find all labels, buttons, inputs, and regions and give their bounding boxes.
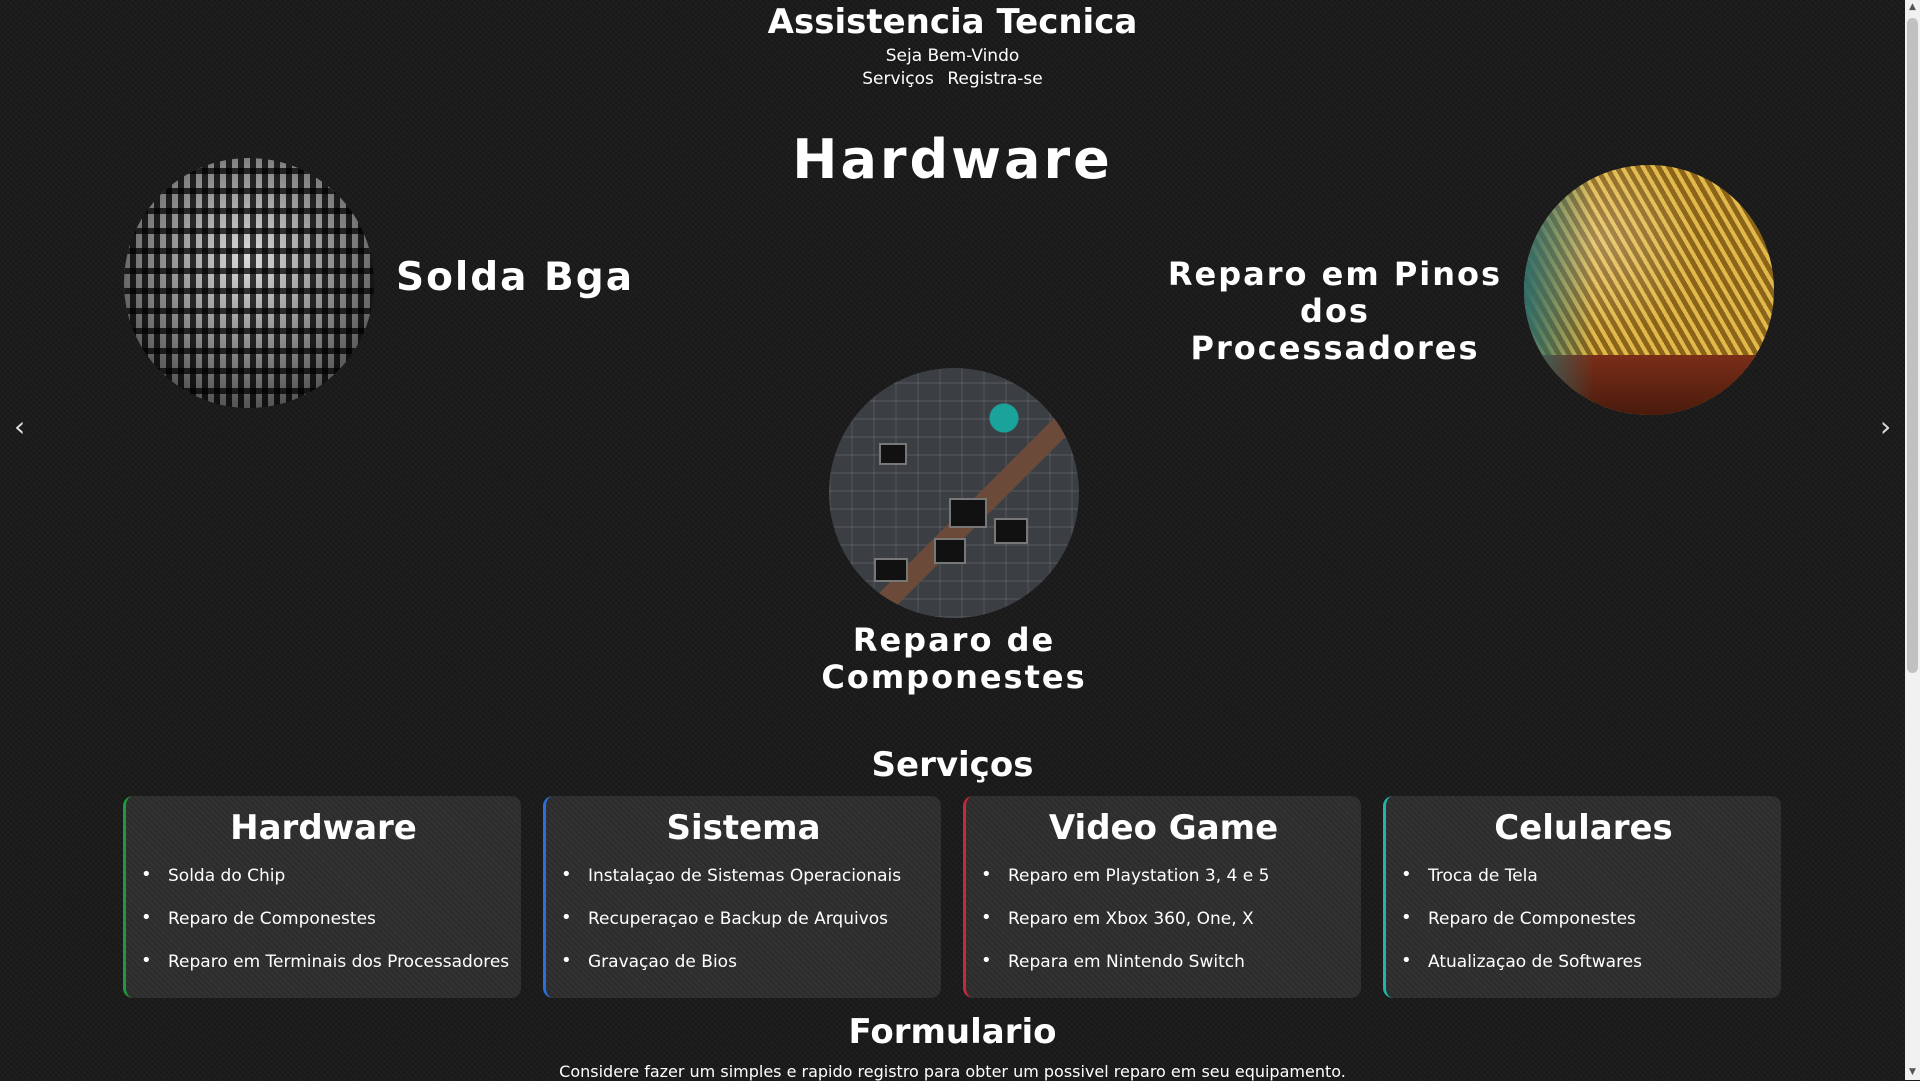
nav-link-servicos[interactable]: Serviços xyxy=(862,69,934,89)
service-list: Troca de Tela Reparo de Componestes Atua… xyxy=(1386,864,1781,995)
list-item: Instalaçao de Sistemas Operacionais xyxy=(561,864,941,909)
form-title: Formulario xyxy=(848,1012,1057,1052)
chip-shape xyxy=(874,558,908,582)
carousel-prev-arrow[interactable]: ‹ xyxy=(14,410,25,443)
slide-label-line: Reparo de xyxy=(852,621,1056,659)
site-title: Assistencia Tecnica xyxy=(767,2,1138,42)
card-title: Celulares xyxy=(1494,808,1673,848)
slide-label-reparo-pinos: Reparo em Pinos dos Processadores xyxy=(1150,256,1520,367)
list-item: Repara em Nintendo Switch xyxy=(981,950,1361,995)
card-title: Sistema xyxy=(666,808,821,848)
card-title: Hardware xyxy=(230,808,417,848)
scroll-up-arrow-icon[interactable]: ▲ xyxy=(1905,0,1920,15)
processor-pins-image xyxy=(1524,165,1774,415)
page: Assistencia Tecnica Seja Bem-Vindo Servi… xyxy=(0,0,1905,1081)
list-item: Solda do Chip xyxy=(141,864,521,909)
card-title: Video Game xyxy=(1048,808,1279,848)
list-item: Gravaçao de Bios xyxy=(561,950,941,995)
circuit-board-soldering-image xyxy=(829,368,1079,618)
slide-label-line: Componestes xyxy=(821,658,1087,696)
service-card-sistema: Sistema Instalaçao de Sistemas Operacion… xyxy=(543,796,941,998)
list-item: Troca de Tela xyxy=(1401,864,1781,909)
slide-label-reparo-componestes: Reparo de Componestes xyxy=(779,622,1129,696)
service-card-video-game: Video Game Reparo em Playstation 3, 4 e … xyxy=(963,796,1361,998)
list-item: Reparo em Xbox 360, One, X xyxy=(981,907,1361,952)
slide-label-line: Reparo em Pinos xyxy=(1167,255,1503,293)
chip-shape xyxy=(949,498,987,528)
service-card-celulares: Celulares Troca de Tela Reparo de Compon… xyxy=(1383,796,1781,998)
nav-link-registra-se[interactable]: Registra-se xyxy=(947,69,1042,89)
service-list: Instalaçao de Sistemas Operacionais Recu… xyxy=(546,864,941,995)
list-item: Reparo de Componestes xyxy=(141,907,521,952)
bga-solder-balls-image xyxy=(124,158,374,408)
carousel-next-arrow[interactable]: › xyxy=(1880,410,1891,443)
nav-bar: Serviços Registra-se xyxy=(0,69,1905,89)
service-list: Solda do Chip Reparo de Componestes Repa… xyxy=(126,864,521,995)
services-title: Serviços xyxy=(871,745,1034,785)
chip-shape xyxy=(994,518,1028,544)
list-item: Atualizaçao de Softwares xyxy=(1401,950,1781,995)
chip-shape xyxy=(879,443,907,465)
list-item: Reparo de Componestes xyxy=(1401,907,1781,952)
scrollbar-thumb[interactable] xyxy=(1907,18,1918,673)
list-item: Reparo em Terminais dos Processadores xyxy=(141,950,521,995)
list-item: Recuperaçao e Backup de Arquivos xyxy=(561,907,941,952)
page-scrollbar[interactable]: ▲ ▼ xyxy=(1905,0,1920,1080)
slide-label-line: dos Processadores xyxy=(1190,292,1480,367)
slide-label-solda-bga: Solda Bga xyxy=(396,255,635,300)
service-list: Reparo em Playstation 3, 4 e 5 Reparo em… xyxy=(966,864,1361,995)
welcome-text: Seja Bem-Vindo xyxy=(885,46,1020,66)
list-item: Reparo em Playstation 3, 4 e 5 xyxy=(981,864,1361,909)
chip-shape xyxy=(934,538,966,564)
form-description: Considere fazer um simples e rapido regi… xyxy=(559,1062,1346,1081)
service-card-hardware: Hardware Solda do Chip Reparo de Compone… xyxy=(123,796,521,998)
scroll-down-arrow-icon[interactable]: ▼ xyxy=(1905,1065,1920,1080)
